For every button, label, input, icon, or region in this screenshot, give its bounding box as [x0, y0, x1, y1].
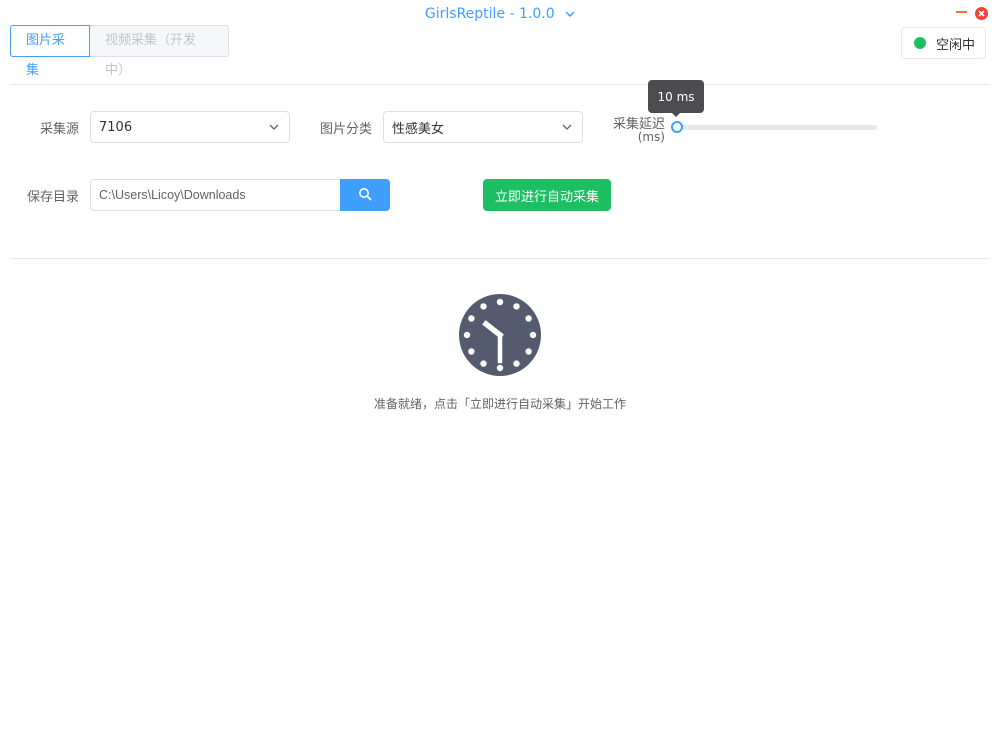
delay-label-unit: (ms) [637, 130, 665, 144]
source-label: 采集源 [39, 122, 79, 137]
delay-slider-track[interactable] [677, 125, 877, 130]
status-badge: 空闲中 [901, 27, 986, 59]
status-dot [914, 37, 926, 49]
status-label: 空闲中 [936, 37, 976, 53]
clock-icon [458, 293, 542, 381]
source-select-value: 7106 [99, 119, 133, 135]
chevron-down-icon [268, 121, 280, 137]
close-icon[interactable] [975, 7, 988, 20]
delay-slider-handle[interactable] [671, 121, 683, 133]
middle-divider [10, 258, 990, 259]
tab-video-collect[interactable]: 视频采集（开发中） [90, 25, 229, 78]
category-label: 图片分类 [320, 122, 373, 137]
ready-message: 准备就绪，点击「立即进行自动采集」开始工作 [373, 397, 626, 411]
chevron-down-icon [561, 121, 573, 137]
start-auto-collect-button[interactable]: 立即进行自动采集 [483, 179, 611, 211]
tab-image-collect[interactable]: 图片采集 [10, 25, 90, 78]
window-title[interactable]: GirlsReptile - 1.0.0 [0, 6, 1000, 22]
source-select[interactable]: 7106 [90, 111, 290, 143]
search-icon [358, 187, 372, 204]
top-divider [10, 84, 990, 85]
mode-tabs: 图片采集 视频采集（开发中） [10, 25, 229, 78]
delay-label: 采集延迟 (ms) [610, 118, 665, 144]
chevron-down-icon [565, 6, 575, 22]
minimize-icon[interactable] [956, 11, 967, 13]
delay-tooltip: 10 ms [648, 80, 704, 113]
category-select-value: 性感美女 [392, 121, 445, 137]
window-title-text: GirlsReptile - 1.0.0 [424, 6, 555, 22]
dir-label: 保存目录 [26, 190, 79, 205]
browse-dir-button[interactable] [340, 179, 390, 211]
category-select[interactable]: 性感美女 [383, 111, 583, 143]
save-dir-input[interactable] [90, 179, 341, 211]
tooltip-arrow [671, 112, 681, 117]
